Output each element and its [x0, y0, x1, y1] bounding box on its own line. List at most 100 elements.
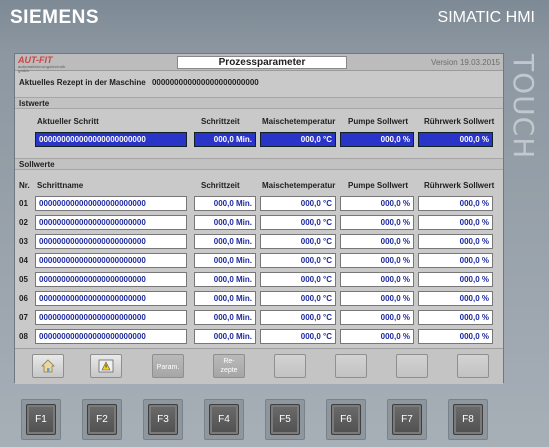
step-stir-field[interactable]: 000,0 %	[418, 329, 493, 344]
hmi-panel: SIEMENS SIMATIC HMI TOUCH AUT-FIT automa…	[0, 0, 549, 447]
step-time-field[interactable]: 000,0 Min.	[194, 291, 256, 306]
row-number: 01	[19, 199, 28, 208]
step-temp-field[interactable]: 000,0 °C	[260, 253, 336, 268]
step-stir-field[interactable]: 000,0 %	[418, 234, 493, 249]
company-logo: AUT-FIT automatisierungstechnik gmbh	[18, 55, 68, 73]
row-number: 08	[19, 332, 28, 341]
title-bar: AUT-FIT automatisierungstechnik gmbh Pro…	[15, 54, 503, 73]
function-key-f4[interactable]: F4	[209, 404, 239, 435]
step-name-field[interactable]: 000000000000000000000000	[35, 272, 187, 287]
current-temp-field: 000,0 °C	[260, 132, 336, 147]
step-pump-field[interactable]: 000,0 %	[340, 310, 414, 325]
current-pump-field: 000,0 %	[340, 132, 414, 147]
nav-button-5[interactable]	[274, 354, 306, 378]
header-ruehrwerk-sollwert: Rührwerk Sollwert	[424, 117, 495, 126]
step-stir-field[interactable]: 000,0 %	[418, 272, 493, 287]
section-sollwerte-label: Sollwerte	[19, 160, 55, 169]
step-name-field[interactable]: 000000000000000000000000	[35, 253, 187, 268]
step-temp-field[interactable]: 000,0 °C	[260, 234, 336, 249]
step-temp-field[interactable]: 000,0 °C	[260, 272, 336, 287]
step-name-field[interactable]: 000000000000000000000000	[35, 234, 187, 249]
step-stir-field[interactable]: 000,0 %	[418, 310, 493, 325]
brand-logo: SIEMENS	[10, 7, 100, 28]
function-key-f7[interactable]: F7	[392, 404, 422, 435]
step-stir-field[interactable]: 000,0 %	[418, 291, 493, 306]
step-pump-field[interactable]: 000,0 %	[340, 215, 414, 230]
step-name-field[interactable]: 000000000000000000000000	[35, 196, 187, 211]
step-stir-field[interactable]: 000,0 %	[418, 253, 493, 268]
header-pumpe-sollwert: Pumpe Sollwert	[348, 117, 409, 126]
header-ruehrwerk-sollwert-soll: Rührwerk Sollwert	[424, 181, 495, 190]
navigation-bar: Param. Re- zepte	[15, 348, 503, 384]
step-temp-field[interactable]: 000,0 °C	[260, 291, 336, 306]
nav-button-7[interactable]	[396, 354, 428, 378]
step-stir-field[interactable]: 000,0 %	[418, 196, 493, 211]
step-pump-field[interactable]: 000,0 %	[340, 234, 414, 249]
function-key-f8[interactable]: F8	[453, 404, 483, 435]
function-key-f1[interactable]: F1	[26, 404, 56, 435]
header-aktueller-schritt: Aktueller Schritt	[37, 117, 99, 126]
step-stir-field[interactable]: 000,0 %	[418, 215, 493, 230]
alarm-button[interactable]	[90, 354, 122, 378]
step-pump-field[interactable]: 000,0 %	[340, 196, 414, 211]
hmi-screen: AUT-FIT automatisierungstechnik gmbh Pro…	[14, 53, 504, 384]
touch-label: TOUCH	[507, 54, 540, 160]
recipe-label-text: Aktuelles Rezept in der Maschine	[19, 78, 146, 87]
header-maischetemperatur-soll: Maischetemperatur	[262, 181, 336, 190]
rezepte-label-1: Re-	[223, 358, 235, 365]
param-button[interactable]: Param.	[152, 354, 184, 378]
step-pump-field[interactable]: 000,0 %	[340, 272, 414, 287]
function-key-f5[interactable]: F5	[270, 404, 300, 435]
step-time-field[interactable]: 000,0 Min.	[194, 272, 256, 287]
step-temp-field[interactable]: 000,0 °C	[260, 329, 336, 344]
header-schrittname: Schrittname	[37, 181, 84, 190]
step-temp-field[interactable]: 000,0 °C	[260, 310, 336, 325]
nav-button-6[interactable]	[335, 354, 367, 378]
function-key-f3[interactable]: F3	[148, 404, 178, 435]
step-name-field[interactable]: 000000000000000000000000	[35, 310, 187, 325]
warning-icon	[98, 359, 114, 373]
recipe-value: 000000000000000000000000	[151, 78, 259, 87]
step-temp-field[interactable]: 000,0 °C	[260, 215, 336, 230]
header-pumpe-sollwert-soll: Pumpe Sollwert	[348, 181, 409, 190]
step-name-field[interactable]: 000000000000000000000000	[35, 215, 187, 230]
row-number: 07	[19, 313, 28, 322]
row-number: 06	[19, 294, 28, 303]
row-number: 03	[19, 237, 28, 246]
section-istwerte: Istwerte	[15, 97, 503, 109]
step-name-field[interactable]: 000000000000000000000000	[35, 329, 187, 344]
rezepte-label-2: zepte	[220, 367, 238, 374]
step-time-field[interactable]: 000,0 Min.	[194, 215, 256, 230]
step-pump-field[interactable]: 000,0 %	[340, 291, 414, 306]
recipe-label: Aktuelles Rezept in der Maschine 0000000…	[19, 78, 259, 87]
current-step-field: 000000000000000000000000	[35, 132, 187, 147]
row-number: 05	[19, 275, 28, 284]
version-label: Version 19.03.2015	[431, 58, 500, 67]
step-time-field[interactable]: 000,0 Min.	[194, 196, 256, 211]
current-stir-field: 000,0 %	[418, 132, 493, 147]
step-time-field[interactable]: 000,0 Min.	[194, 253, 256, 268]
section-sollwerte: Sollwerte	[15, 158, 503, 170]
row-number: 04	[19, 256, 28, 265]
model-label: SIMATIC HMI	[437, 9, 535, 26]
current-time-field: 000,0 Min.	[194, 132, 256, 147]
step-pump-field[interactable]: 000,0 %	[340, 253, 414, 268]
step-pump-field[interactable]: 000,0 %	[340, 329, 414, 344]
step-temp-field[interactable]: 000,0 °C	[260, 196, 336, 211]
step-time-field[interactable]: 000,0 Min.	[194, 329, 256, 344]
step-name-field[interactable]: 000000000000000000000000	[35, 291, 187, 306]
step-time-field[interactable]: 000,0 Min.	[194, 234, 256, 249]
header-schrittzeit-soll: Schrittzeit	[201, 181, 240, 190]
home-icon	[41, 359, 55, 373]
step-time-field[interactable]: 000,0 Min.	[194, 310, 256, 325]
header-schrittzeit: Schrittzeit	[201, 117, 240, 126]
nav-button-8[interactable]	[457, 354, 489, 378]
section-istwerte-label: Istwerte	[19, 99, 50, 108]
home-button[interactable]	[32, 354, 64, 378]
header-maischetemperatur: Maischetemperatur	[262, 117, 336, 126]
function-key-f2[interactable]: F2	[87, 404, 117, 435]
header-nr: Nr.	[19, 181, 30, 190]
rezepte-button[interactable]: Re- zepte	[213, 354, 245, 378]
function-key-f6[interactable]: F6	[331, 404, 361, 435]
logo-subtext: automatisierungstechnik gmbh	[18, 64, 66, 73]
